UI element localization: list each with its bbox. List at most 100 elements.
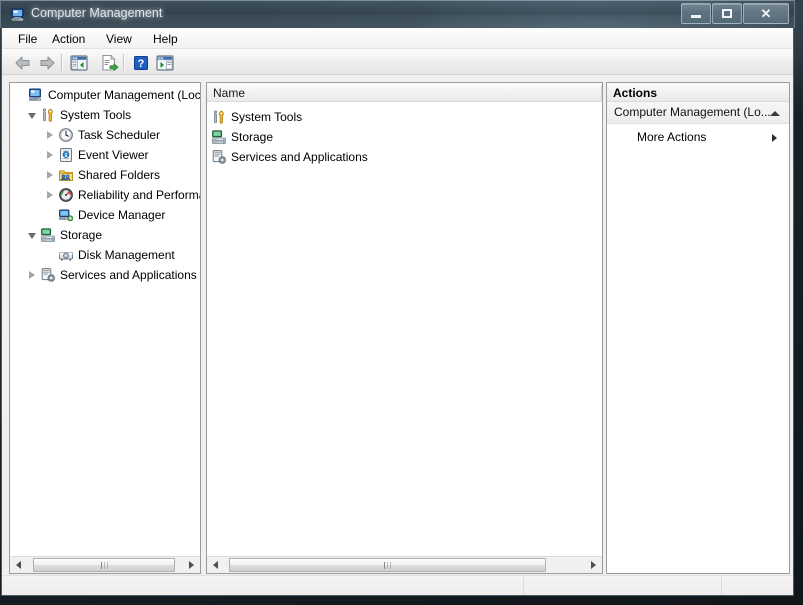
list-column-header[interactable]: Name [207, 83, 602, 102]
tree-item-services-and-applications[interactable]: Services and Applications [24, 265, 199, 285]
window-title: Computer Management [31, 6, 163, 20]
tree-expander-closed[interactable] [42, 185, 58, 205]
toolbar-separator-1 [61, 54, 63, 71]
chevron-right-icon [47, 191, 53, 199]
status-bar-segment-3 [721, 577, 794, 595]
list-scroll-left-button[interactable] [207, 557, 224, 573]
scrollbar-grip-icon [100, 561, 108, 569]
tree-scrollbar-thumb[interactable] [33, 558, 175, 572]
console-tree-pane: Computer Management (Local System Tools … [9, 82, 201, 574]
menu-item-view[interactable]: View [100, 31, 138, 47]
tree-item-computer-management[interactable]: Computer Management (Local [12, 85, 201, 105]
list-item-label: System Tools [231, 110, 303, 124]
reliability-performance-icon [58, 187, 74, 203]
tree-expander-open[interactable] [24, 225, 40, 245]
actions-pane: Actions Computer Management (Lo... More … [606, 82, 790, 574]
list-item-system-tools[interactable]: System Tools [211, 107, 302, 127]
tree-item-label: Computer Management (Local [48, 88, 201, 102]
result-list-pane: Name System Tools Storage Services and A… [206, 82, 603, 574]
question-mark-icon: ? [134, 55, 148, 70]
chevron-right-icon [47, 171, 53, 179]
list-scroll-right-button[interactable] [585, 557, 602, 573]
chevron-up-icon[interactable] [770, 111, 780, 116]
status-bar [2, 575, 793, 595]
arrow-right-icon [591, 561, 596, 569]
toolbar: ? [2, 49, 793, 75]
tree-item-reliability-and-performance[interactable]: Reliability and Performa [42, 185, 201, 205]
tree-item-label: Device Manager [78, 208, 166, 222]
menu-item-help[interactable]: Help [147, 31, 184, 47]
tree-expander-closed[interactable] [42, 165, 58, 185]
tree-horizontal-scrollbar[interactable] [10, 556, 200, 573]
actions-group-label: Computer Management (Lo... [614, 105, 771, 119]
disk-management-icon [58, 247, 74, 263]
list-item-storage[interactable]: Storage [211, 127, 273, 147]
tree-item-label: Reliability and Performa [78, 188, 201, 202]
tree-item-label: System Tools [60, 108, 132, 122]
export-list-icon [102, 54, 119, 71]
close-button[interactable]: ✕ [743, 3, 789, 24]
tree-item-event-viewer[interactable]: Event Viewer [42, 145, 150, 165]
device-manager-icon [58, 207, 74, 223]
tree-item-disk-management[interactable]: Disk Management [42, 245, 177, 265]
list-item-label: Storage [231, 130, 274, 144]
list-scrollbar-thumb[interactable] [229, 558, 546, 572]
tree-expander-closed[interactable] [24, 265, 40, 285]
list-item-label: Services and Applications [231, 150, 368, 164]
tree-item-task-scheduler[interactable]: Task Scheduler [42, 125, 162, 145]
computer-icon [28, 87, 44, 103]
back-button[interactable] [12, 52, 34, 73]
title-bar[interactable]: Computer Management ✕ [0, 0, 795, 28]
chevron-right-icon [29, 271, 35, 279]
tree-expander-closed[interactable] [42, 125, 58, 145]
action-pane-icon [156, 54, 174, 71]
tree-scroll-left-button[interactable] [10, 557, 27, 573]
chevron-right-icon [772, 134, 777, 142]
show-hide-action-pane-button[interactable] [154, 52, 176, 73]
arrow-right-icon [189, 561, 194, 569]
system-tools-icon [40, 107, 56, 123]
arrow-left-icon [16, 561, 21, 569]
menu-item-file[interactable]: File [12, 31, 43, 47]
help-button[interactable]: ? [130, 52, 152, 73]
show-hide-console-tree-button[interactable] [68, 52, 90, 73]
minimize-button[interactable] [681, 3, 711, 24]
arrow-left-icon [213, 561, 218, 569]
services-applications-icon [211, 149, 227, 165]
back-arrow-icon [15, 56, 30, 69]
tree-expander-none [42, 205, 58, 225]
list-item-services-and-applications[interactable]: Services and Applications [211, 147, 368, 167]
actions-item-more-actions[interactable]: More Actions [607, 128, 789, 148]
export-list-button[interactable] [99, 52, 121, 73]
maximize-button[interactable] [712, 3, 742, 24]
window-client-area: File Action View Help ? Computer Managem… [1, 28, 794, 596]
actions-group-computer-management[interactable]: Computer Management (Lo... [607, 102, 789, 124]
maximize-glyph-icon [722, 9, 732, 18]
shared-folders-icon [58, 167, 74, 183]
tree-item-system-tools[interactable]: System Tools [24, 105, 133, 125]
tree-expander-closed[interactable] [42, 145, 58, 165]
tree-scroll-right-button[interactable] [183, 557, 200, 573]
console-tree-icon [70, 54, 88, 71]
chevron-right-icon [47, 131, 53, 139]
event-viewer-icon [58, 147, 74, 163]
menu-bar: File Action View Help [2, 28, 793, 49]
forward-arrow-icon [40, 56, 55, 69]
tree-item-label: Services and Applications [60, 268, 197, 282]
tree-item-shared-folders[interactable]: Shared Folders [42, 165, 162, 185]
system-tools-icon [211, 109, 227, 125]
column-divider[interactable] [601, 85, 602, 100]
forward-button[interactable] [36, 52, 58, 73]
computer-management-icon [10, 7, 26, 23]
tree-expander-open[interactable] [24, 105, 40, 125]
tree-item-device-manager[interactable]: Device Manager [42, 205, 167, 225]
actions-header-label: Actions [613, 86, 658, 100]
storage-icon [211, 129, 227, 145]
chevron-down-icon [28, 233, 36, 239]
chevron-down-icon [28, 113, 36, 119]
tree-item-storage[interactable]: Storage [24, 225, 104, 245]
menu-item-action[interactable]: Action [46, 31, 91, 47]
scrollbar-grip-icon [384, 561, 391, 569]
computer-management-window: Computer Management ✕ File Action View H… [0, 0, 795, 597]
list-horizontal-scrollbar[interactable] [207, 556, 602, 573]
